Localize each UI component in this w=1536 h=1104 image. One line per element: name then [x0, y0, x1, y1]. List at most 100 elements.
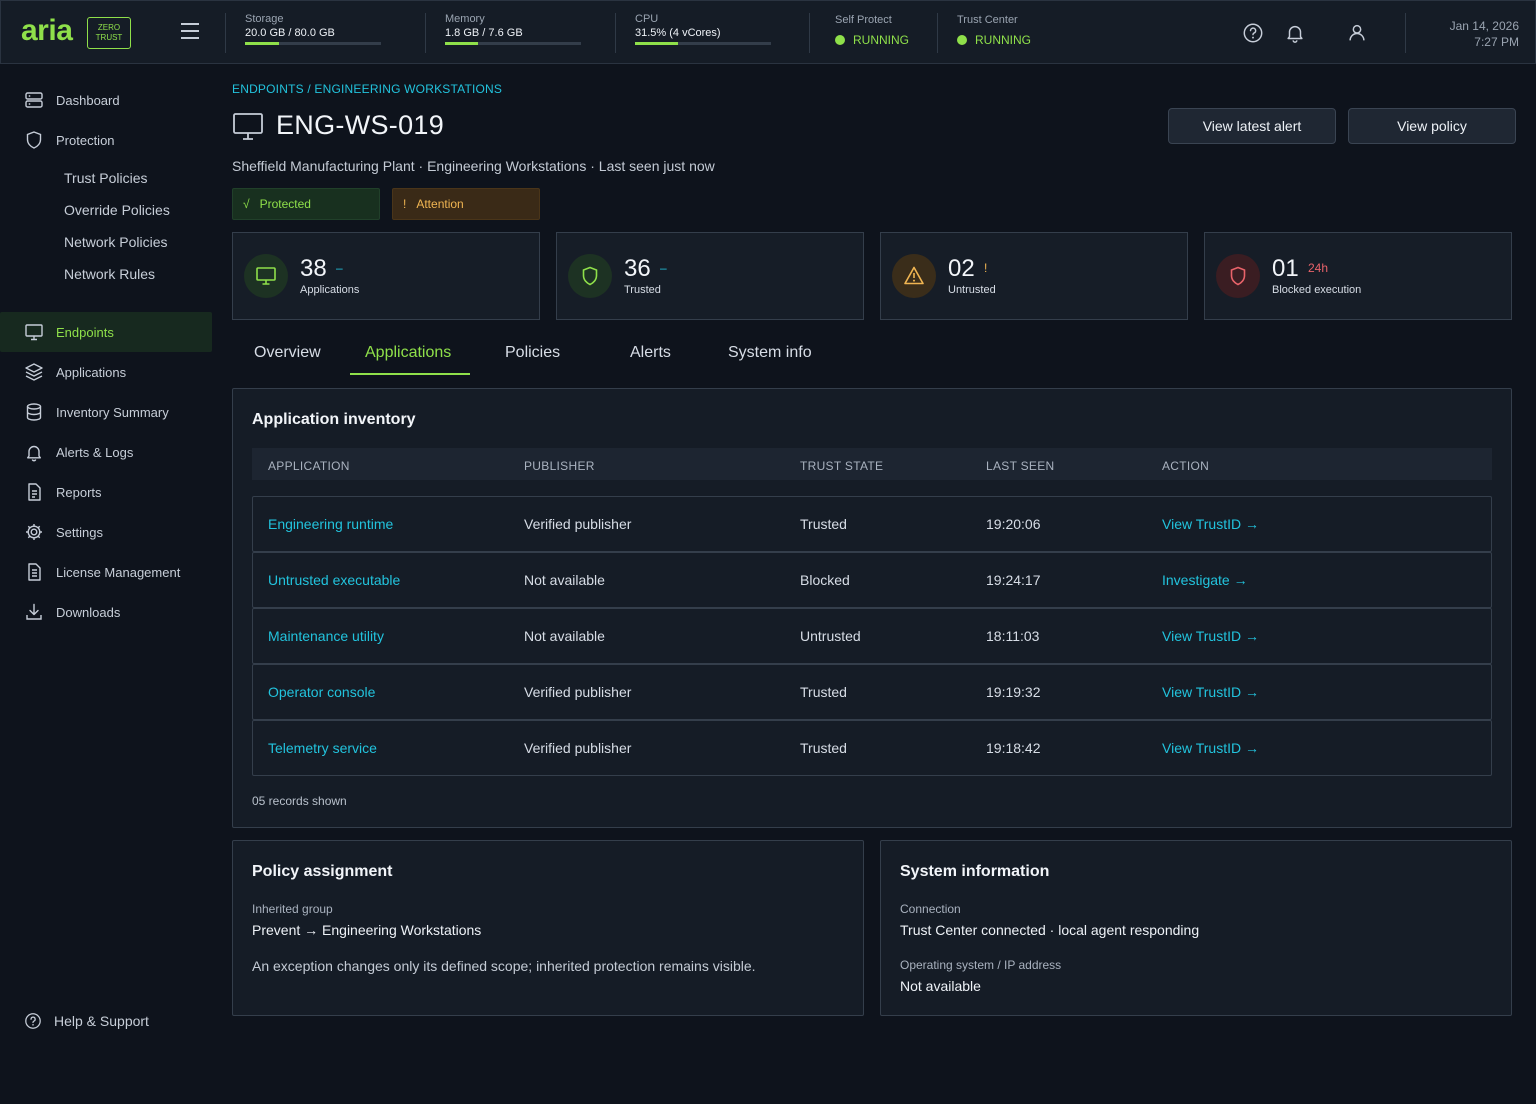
- divider: [937, 13, 938, 53]
- divider: [809, 13, 810, 53]
- last-seen-cell: 19:24:17: [986, 572, 1041, 588]
- sidebar-item-downloads[interactable]: Downloads: [0, 592, 212, 632]
- bell-icon[interactable]: [1284, 22, 1306, 44]
- user-icon[interactable]: [1346, 22, 1368, 44]
- shield-icon: [568, 254, 612, 298]
- sidebar-subitem-network-rules[interactable]: Network Rules: [64, 266, 155, 282]
- table-row[interactable]: Maintenance utility Not available Untrus…: [252, 608, 1492, 664]
- server-icon: [25, 92, 43, 108]
- warning-triangle-icon: [892, 254, 936, 298]
- sidebar-item-inventory-summary[interactable]: Inventory Summary: [0, 392, 212, 432]
- publisher-cell: Verified publisher: [524, 740, 632, 756]
- tab-overview[interactable]: Overview: [254, 344, 321, 362]
- stat-trend: !: [984, 261, 988, 275]
- application-link[interactable]: Untrusted executable: [268, 572, 400, 588]
- monitor-icon: [244, 254, 288, 298]
- stat-card-untrusted[interactable]: 02 ! Untrusted: [880, 232, 1188, 320]
- view-latest-alert-button[interactable]: View latest alert: [1168, 108, 1336, 144]
- action-link[interactable]: Investigate →: [1162, 572, 1248, 588]
- sidebar-item-protection[interactable]: Protection: [0, 120, 212, 160]
- sidebar-item-endpoints[interactable]: Endpoints: [0, 312, 212, 352]
- status-dot-icon: [835, 35, 845, 45]
- page-title: ENG-WS-019: [276, 110, 445, 140]
- last-seen-cell: 18:11:03: [986, 628, 1040, 644]
- warning-icon: !: [403, 197, 407, 211]
- cpu-metric: CPU 31.5% (4 vCores): [635, 13, 771, 45]
- divider: [1405, 13, 1406, 53]
- tab-alerts[interactable]: Alerts: [630, 344, 671, 362]
- table-row[interactable]: Untrusted executable Not available Block…: [252, 552, 1492, 608]
- cpu-progress: [635, 42, 771, 45]
- trust-state-cell: Trusted: [800, 516, 847, 532]
- card-title: System information: [900, 863, 1050, 880]
- application-link[interactable]: Engineering runtime: [268, 516, 393, 532]
- divider: [615, 13, 616, 53]
- publisher-cell: Verified publisher: [524, 516, 632, 532]
- table-header: APPLICATION PUBLISHER TRUST STATE LAST S…: [252, 448, 1492, 480]
- memory-progress: [445, 42, 581, 45]
- sidebar-item-applications[interactable]: Applications: [0, 352, 212, 392]
- table-row[interactable]: Engineering runtime Verified publisher T…: [252, 496, 1492, 552]
- table-row[interactable]: Operator console Verified publisher Trus…: [252, 664, 1492, 720]
- application-link[interactable]: Operator console: [268, 684, 375, 700]
- stat-value: 02: [948, 255, 975, 282]
- help-icon[interactable]: [1242, 22, 1264, 44]
- stat-value: 01: [1272, 255, 1299, 282]
- sidebar-subitem-trust-policies[interactable]: Trust Policies: [64, 170, 148, 186]
- stat-card-applications[interactable]: 38 – Applications: [232, 232, 540, 320]
- sidebar-item-dashboard[interactable]: Dashboard: [0, 80, 212, 120]
- action-link[interactable]: View TrustID →: [1162, 628, 1259, 644]
- sidebar-subitem-network-policies[interactable]: Network Policies: [64, 234, 167, 250]
- top-bar: aria ZERO TRUST Storage 20.0 GB / 80.0 G…: [0, 0, 1536, 64]
- action-link[interactable]: View TrustID →: [1162, 684, 1259, 700]
- shield-icon: [1216, 254, 1260, 298]
- trust-state-cell: Trusted: [800, 684, 847, 700]
- policy-assignment-card: Policy assignment Inherited group Preven…: [232, 840, 864, 1016]
- stat-card-blocked[interactable]: 01 24h Blocked execution: [1204, 232, 1512, 320]
- action-link[interactable]: View TrustID →: [1162, 516, 1259, 532]
- stat-label: Applications: [300, 284, 360, 296]
- status-dot-icon: [957, 35, 967, 45]
- inherited-group-label: Inherited group: [252, 902, 333, 916]
- column-header[interactable]: PUBLISHER: [524, 459, 595, 473]
- breadcrumb[interactable]: ENDPOINTS / ENGINEERING WORKSTATIONS: [232, 82, 502, 96]
- column-header[interactable]: APPLICATION: [268, 459, 350, 473]
- os-ip-value: Not available: [900, 978, 981, 994]
- stat-card-trusted[interactable]: 36 – Trusted: [556, 232, 864, 320]
- column-header[interactable]: ACTION: [1162, 459, 1209, 473]
- tab-policies[interactable]: Policies: [505, 344, 560, 362]
- view-policy-button[interactable]: View policy: [1348, 108, 1516, 144]
- stat-value: 38: [300, 255, 327, 282]
- connection-label: Connection: [900, 902, 961, 916]
- application-inventory-card: Application inventory APPLICATION PUBLIS…: [232, 388, 1512, 828]
- memory-metric: Memory 1.8 GB / 7.6 GB: [445, 13, 581, 45]
- gear-icon: [26, 524, 42, 540]
- last-seen-cell: 19:20:06: [986, 516, 1041, 532]
- column-header[interactable]: TRUST STATE: [800, 459, 883, 473]
- tab-system-info[interactable]: System info: [728, 344, 812, 362]
- stat-label: Blocked execution: [1272, 284, 1362, 296]
- application-link[interactable]: Maintenance utility: [268, 628, 384, 644]
- sidebar-item-reports[interactable]: Reports: [0, 472, 212, 512]
- column-header[interactable]: LAST SEEN: [986, 459, 1055, 473]
- sidebar-item-alerts-logs[interactable]: Alerts & Logs: [0, 432, 212, 472]
- help-support-link[interactable]: Help & Support: [24, 1012, 149, 1030]
- monitor-icon: [233, 113, 263, 140]
- attention-badge: ! Attention: [392, 188, 540, 220]
- logo: aria: [21, 14, 73, 47]
- download-icon: [26, 603, 42, 620]
- sidebar-item-settings[interactable]: Settings: [0, 512, 212, 552]
- table-row[interactable]: Telemetry service Verified publisher Tru…: [252, 720, 1492, 776]
- action-link[interactable]: View TrustID →: [1162, 740, 1259, 756]
- menu-icon[interactable]: [181, 23, 199, 39]
- trust-state-cell: Blocked: [800, 572, 850, 588]
- application-link[interactable]: Telemetry service: [268, 740, 377, 756]
- active-tab-indicator: [350, 373, 470, 375]
- trust-center-status: Trust Center RUNNING: [957, 14, 1031, 47]
- sidebar-item-license-management[interactable]: License Management: [0, 552, 212, 592]
- divider: [425, 13, 426, 53]
- sidebar-subitem-override-policies[interactable]: Override Policies: [64, 202, 170, 218]
- card-title: Policy assignment: [252, 863, 393, 880]
- tab-applications[interactable]: Applications: [365, 344, 451, 362]
- bell-icon: [27, 445, 41, 462]
